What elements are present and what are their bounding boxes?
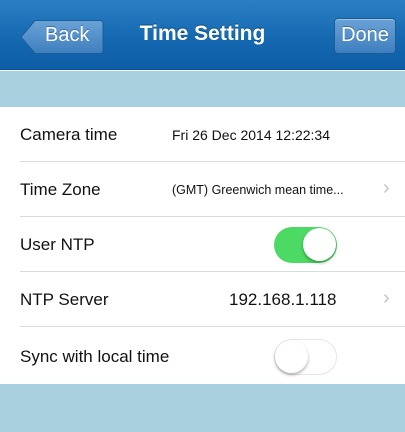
ntp-server-row[interactable]: NTP Server 192.168.1.118 ›: [0, 272, 405, 327]
navigation-bar: Back Time Setting Done: [0, 0, 405, 70]
time-zone-row[interactable]: Time Zone (GMT) Greenwich mean time... ›: [0, 162, 405, 217]
camera-time-value: Fri 26 Dec 2014 12:22:34: [172, 127, 330, 143]
time-zone-label: Time Zone: [20, 180, 101, 199]
user-ntp-toggle[interactable]: [274, 227, 337, 263]
time-zone-value: (GMT) Greenwich mean time...: [172, 183, 344, 197]
ntp-server-label: NTP Server: [20, 290, 109, 309]
user-ntp-label: User NTP: [20, 235, 95, 254]
sync-local-time-row: Sync with local time: [0, 327, 405, 384]
done-button[interactable]: Done: [334, 18, 396, 54]
ntp-server-value: 192.168.1.118: [229, 290, 337, 309]
chevron-right-icon: ›: [383, 177, 390, 199]
toggle-knob: [303, 228, 336, 261]
toggle-knob: [275, 340, 308, 373]
user-ntp-row: User NTP: [0, 217, 405, 272]
sync-local-time-label: Sync with local time: [20, 347, 170, 366]
camera-time-label: Camera time: [20, 125, 118, 144]
section-header-band: [0, 71, 405, 107]
sync-local-time-toggle[interactable]: [274, 339, 337, 375]
section-footer-band: [0, 384, 405, 432]
settings-list: Camera time Fri 26 Dec 2014 12:22:34 Tim…: [0, 107, 405, 384]
chevron-right-icon: ›: [383, 287, 390, 309]
camera-time-row: Camera time Fri 26 Dec 2014 12:22:34: [0, 107, 405, 162]
